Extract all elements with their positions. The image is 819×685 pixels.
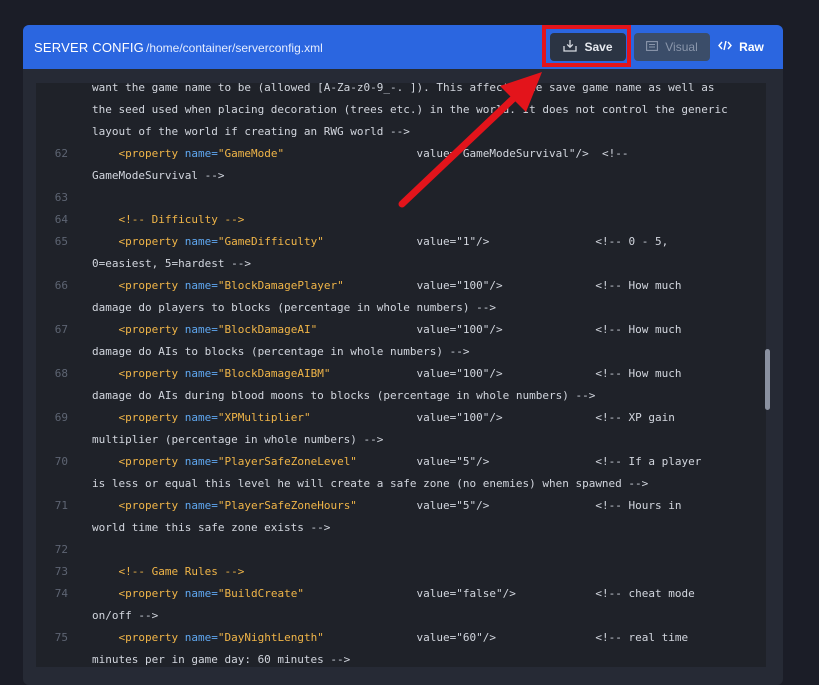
arrow-annotation: [398, 72, 542, 208]
